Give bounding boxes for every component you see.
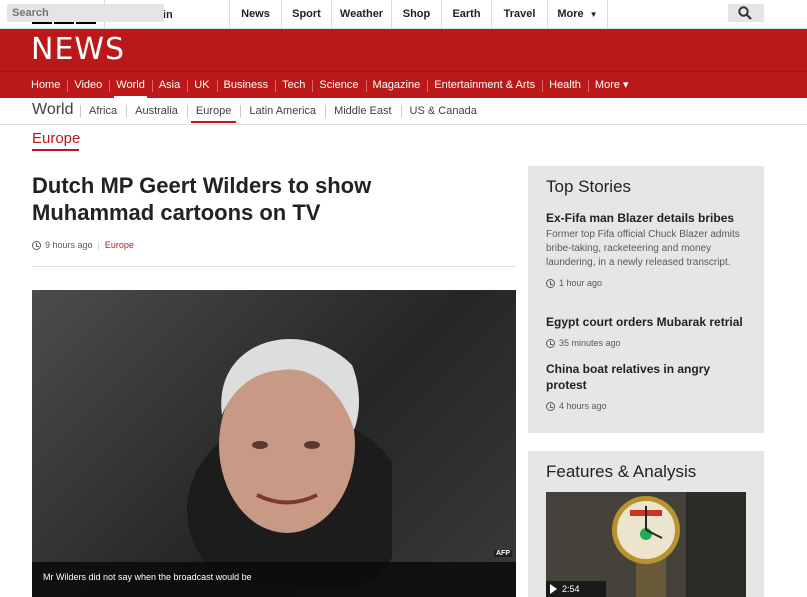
story-item[interactable]: Ex-Fifa man Blazer details bribes Former… — [546, 210, 751, 288]
main-nav-more[interactable]: More ▾ — [587, 72, 636, 99]
meta-separator: | — [97, 240, 100, 250]
story-title[interactable]: Egypt court orders Mubarak retrial — [546, 314, 751, 330]
global-nav-more-label: More — [557, 8, 584, 20]
main-nav-uk[interactable]: UK — [187, 72, 216, 99]
sub-nav-latin-america[interactable]: Latin America — [240, 98, 325, 125]
news-banner: NEWS — [0, 29, 807, 71]
clock-icon — [546, 401, 555, 411]
story-time: 4 hours ago — [546, 401, 751, 411]
image-credit: AFP — [494, 550, 512, 557]
portrait-image — [187, 338, 392, 590]
article-hero-image: AFP Mr Wilders did not say when the broa… — [32, 290, 516, 597]
search-button[interactable] — [728, 4, 764, 22]
top-stories-title: Top Stories — [546, 177, 632, 196]
main-nav-tech[interactable]: Tech — [275, 72, 312, 99]
sub-nav: World Africa Australia Europe Latin Amer… — [0, 98, 807, 125]
story-time: 1 hour ago — [546, 278, 751, 288]
video-play-badge[interactable]: 2:54 — [546, 581, 606, 597]
page-title: Dutch MP Geert Wilders to show Muhammad … — [32, 173, 372, 225]
story-timestamp: 1 hour ago — [559, 278, 603, 288]
main-nav-magazine[interactable]: Magazine — [365, 72, 428, 99]
global-nav-earth[interactable]: Earth — [441, 0, 491, 29]
global-nav-news[interactable]: News — [229, 0, 281, 29]
breadcrumb-underline — [32, 149, 79, 151]
search-area — [607, 0, 807, 29]
sub-nav-africa[interactable]: Africa — [80, 98, 126, 125]
global-nav-sport[interactable]: Sport — [281, 0, 331, 29]
main-nav-video[interactable]: Video — [67, 72, 109, 99]
sub-nav-us-canada[interactable]: US & Canada — [400, 98, 486, 125]
news-logo[interactable]: NEWS — [31, 32, 125, 67]
main-nav-home[interactable]: Home — [24, 72, 67, 99]
global-nav-weather[interactable]: Weather — [331, 0, 391, 29]
story-summary: Former top Fifa official Chuck Blazer ad… — [546, 229, 740, 268]
main-nav-business[interactable]: Business — [216, 72, 276, 99]
story-timestamp: 35 minutes ago — [559, 338, 621, 348]
chevron-down-icon: ▼ — [589, 10, 598, 19]
article-section-tag[interactable]: Europe — [105, 240, 134, 250]
feature-video-thumbnail[interactable]: 2:54 — [546, 492, 746, 597]
main-nav-world[interactable]: World — [109, 72, 152, 99]
breadcrumb[interactable]: Europe — [32, 130, 80, 147]
global-nav-travel[interactable]: Travel — [491, 0, 547, 29]
search-icon — [738, 6, 752, 20]
main-nav-asia[interactable]: Asia — [151, 72, 187, 99]
features-title: Features & Analysis — [546, 462, 697, 481]
global-nav-more[interactable]: More ▼ — [547, 0, 607, 29]
article-meta: 9 hours ago | Europe — [32, 240, 134, 250]
sub-nav-middle-east[interactable]: Middle East — [325, 98, 400, 125]
features-panel: Features & Analysis 2:54 — [528, 451, 764, 597]
story-title[interactable]: China boat relatives in angry protest — [546, 361, 751, 393]
main-nav-science[interactable]: Science — [312, 72, 365, 99]
divider — [32, 266, 516, 267]
clock-icon — [546, 338, 555, 348]
story-item[interactable]: China boat relatives in angry protest 4 … — [546, 361, 751, 411]
play-icon — [550, 584, 557, 594]
main-nav-entertainment-arts[interactable]: Entertainment & Arts — [427, 72, 542, 99]
article-timestamp: 9 hours ago — [45, 240, 93, 250]
top-stories-panel: Top Stories Ex-Fifa man Blazer details b… — [528, 166, 764, 433]
sub-nav-europe[interactable]: Europe — [186, 98, 240, 125]
main-nav: Home Video World Asia UK Business Tech S… — [0, 71, 807, 99]
search-input[interactable] — [7, 4, 164, 22]
global-header: B B C Sign in News Sport Weather Shop Ea… — [0, 0, 807, 29]
main-nav-health[interactable]: Health — [542, 72, 588, 99]
clock-icon — [546, 278, 555, 288]
video-duration: 2:54 — [562, 584, 580, 594]
story-title[interactable]: Ex-Fifa man Blazer details bribes — [546, 210, 751, 226]
story-item[interactable]: Egypt court orders Mubarak retrial 35 mi… — [546, 314, 751, 348]
sub-nav-australia[interactable]: Australia — [126, 98, 187, 125]
section-title[interactable]: World — [32, 101, 74, 119]
global-nav: News Sport Weather Shop Earth Travel Mor… — [229, 0, 607, 29]
story-time: 35 minutes ago — [546, 338, 751, 348]
clock-icon — [32, 240, 41, 250]
global-nav-shop[interactable]: Shop — [391, 0, 441, 29]
image-caption: Mr Wilders did not say when the broadcas… — [32, 562, 516, 597]
story-timestamp: 4 hours ago — [559, 401, 607, 411]
